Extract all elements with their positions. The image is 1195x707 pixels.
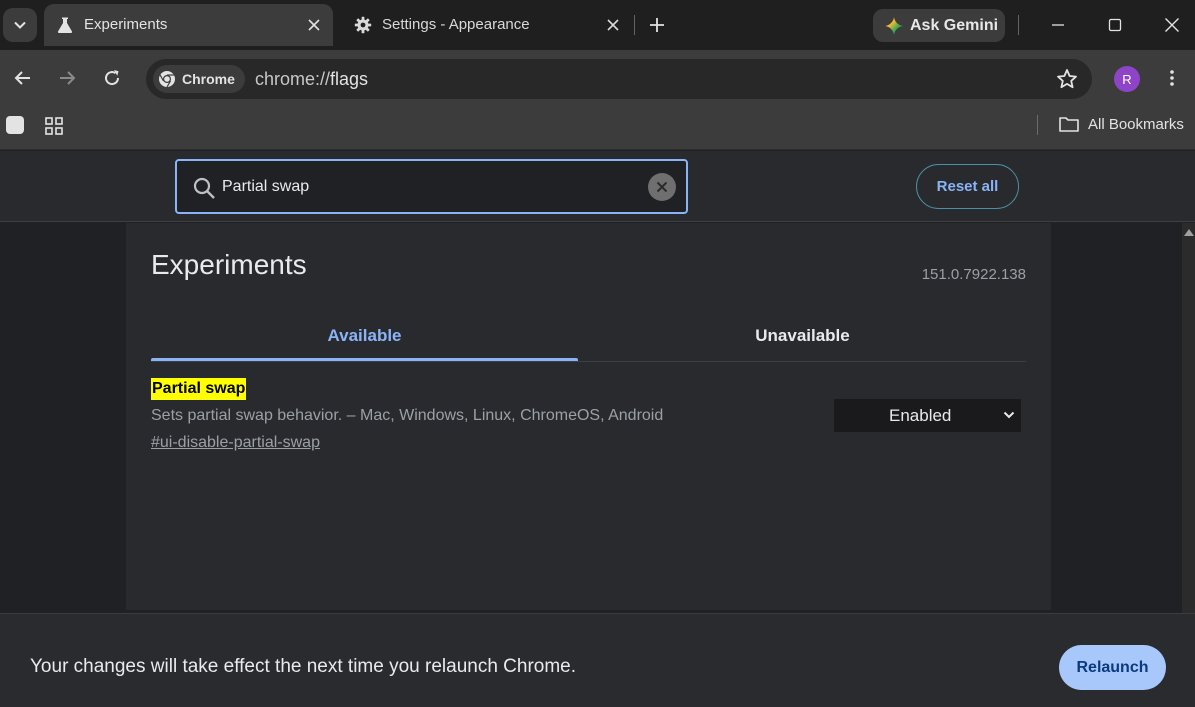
tab-available[interactable]: Available bbox=[151, 311, 578, 361]
flags-tabs: Available Unavailable bbox=[151, 311, 1026, 362]
plus-icon bbox=[650, 18, 664, 32]
chrome-version: 151.0.7922.138 bbox=[921, 266, 1026, 283]
star-bookmark-icon[interactable] bbox=[1056, 68, 1078, 90]
chrome-logo-icon bbox=[159, 71, 175, 88]
tab-search-button[interactable] bbox=[3, 8, 37, 42]
bookmark-favicon[interactable] bbox=[6, 116, 24, 134]
tab-divider bbox=[634, 15, 635, 35]
chrome-menu-button[interactable] bbox=[1160, 66, 1184, 90]
back-button[interactable] bbox=[10, 65, 36, 91]
flag-permalink[interactable]: #ui-disable-partial-swap bbox=[151, 434, 320, 452]
minimize-icon bbox=[1052, 24, 1064, 26]
all-bookmarks-label: All Bookmarks bbox=[1088, 115, 1184, 133]
flag-entry: Partial swap Sets partial swap behavior.… bbox=[151, 378, 1026, 458]
flag-state-select[interactable]: Enabled bbox=[834, 399, 1021, 432]
tab-experiments[interactable]: Experiments bbox=[44, 4, 333, 46]
close-icon[interactable] bbox=[305, 16, 323, 34]
flag-name: Partial swap bbox=[151, 378, 247, 400]
bookmarks-bar: All Bookmarks bbox=[0, 106, 1195, 150]
page-scrollbar[interactable] bbox=[1182, 223, 1195, 613]
site-info-chip[interactable]: Chrome bbox=[153, 65, 245, 93]
arrow-right-icon bbox=[60, 71, 76, 85]
new-tab-button[interactable] bbox=[644, 12, 670, 38]
tab-title: Settings - Appearance bbox=[382, 16, 530, 33]
tab-strip: Experiments Settings - Appearance Ask Ge… bbox=[0, 0, 1195, 50]
ask-gemini-button[interactable]: Ask Gemini bbox=[873, 9, 1005, 42]
chevron-down-icon bbox=[1003, 411, 1015, 419]
flags-search-input[interactable] bbox=[222, 172, 632, 202]
reload-icon bbox=[105, 70, 120, 86]
tab-unavailable[interactable]: Unavailable bbox=[589, 311, 1016, 361]
site-chip-label: Chrome bbox=[182, 71, 235, 87]
relaunch-button[interactable]: Relaunch bbox=[1059, 645, 1166, 690]
window-controls-divider bbox=[1018, 15, 1019, 35]
gemini-sparkle-icon bbox=[885, 16, 903, 35]
apps-grid-icon[interactable] bbox=[44, 116, 64, 136]
more-vert-icon bbox=[1170, 70, 1174, 86]
chevron-down-icon bbox=[14, 21, 26, 29]
url-scheme: chrome:// bbox=[255, 69, 331, 89]
relaunch-message: Your changes will take effect the next t… bbox=[30, 656, 577, 677]
flask-icon bbox=[57, 17, 73, 33]
experiments-panel: Experiments 151.0.7922.138 Available Una… bbox=[126, 223, 1051, 610]
tab-settings-appearance[interactable]: Settings - Appearance bbox=[342, 4, 632, 46]
relaunch-bar: Your changes will take effect the next t… bbox=[0, 613, 1195, 707]
maximize-button[interactable] bbox=[1102, 12, 1128, 38]
url-text[interactable]: chrome://flags bbox=[255, 69, 368, 90]
close-icon bbox=[1165, 18, 1179, 32]
url-path: flags bbox=[330, 69, 369, 89]
reload-button[interactable] bbox=[99, 65, 125, 91]
browser-toolbar: Chrome chrome://flags R bbox=[0, 50, 1195, 106]
bookmarks-divider bbox=[1037, 115, 1038, 135]
folder-icon bbox=[1059, 117, 1079, 132]
ask-gemini-label: Ask Gemini bbox=[910, 16, 999, 34]
active-tab-indicator bbox=[151, 358, 578, 361]
clear-icon bbox=[656, 181, 668, 193]
tab-title: Experiments bbox=[84, 16, 168, 33]
flags-header: Reset all bbox=[0, 151, 1195, 222]
arrow-left-icon bbox=[14, 71, 30, 85]
gear-icon bbox=[354, 16, 372, 34]
all-bookmarks-button[interactable]: All Bookmarks bbox=[1058, 114, 1184, 134]
minimize-button[interactable] bbox=[1045, 12, 1071, 38]
forward-button[interactable] bbox=[54, 65, 80, 91]
clear-search-button[interactable] bbox=[648, 173, 676, 201]
flag-state-value: Enabled bbox=[889, 406, 952, 425]
reset-all-button[interactable]: Reset all bbox=[916, 164, 1019, 209]
maximize-icon bbox=[1108, 18, 1122, 32]
page-title: Experiments bbox=[151, 249, 307, 280]
close-window-button[interactable] bbox=[1159, 12, 1185, 38]
close-icon[interactable] bbox=[604, 16, 622, 34]
search-icon bbox=[193, 177, 215, 199]
profile-avatar[interactable]: R bbox=[1114, 66, 1140, 92]
scroll-up-arrow-icon[interactable] bbox=[1184, 229, 1194, 236]
flag-description: Sets partial swap behavior. – Mac, Windo… bbox=[151, 407, 664, 424]
flags-search-box[interactable] bbox=[175, 159, 688, 214]
address-bar[interactable]: Chrome chrome://flags bbox=[146, 59, 1092, 99]
